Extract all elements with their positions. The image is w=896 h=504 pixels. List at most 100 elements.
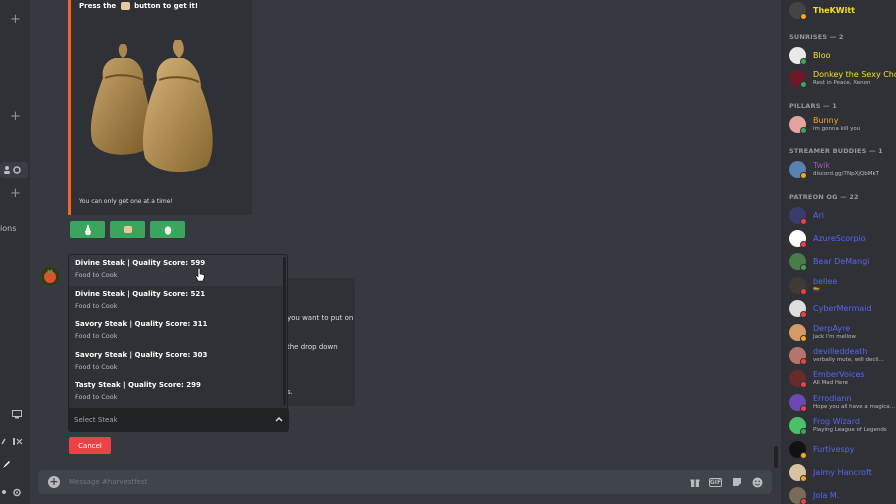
member-name: Bloo (813, 51, 831, 60)
member-item[interactable]: Bear DeMangi (789, 253, 896, 273)
status-dot (800, 475, 807, 482)
member-group-header: PILLARS — 1 (789, 101, 837, 110)
channel-fragment: ions (0, 224, 17, 233)
member-status: 🏳️‍🌈 (813, 286, 820, 293)
message-text-2: the drop down (287, 343, 338, 351)
member-item[interactable]: AzureScorpio (789, 230, 896, 250)
get-bread-button[interactable] (110, 221, 145, 238)
member-name: Ari (813, 210, 824, 220)
member-item[interactable]: Furtivespy (789, 440, 896, 461)
member-name: devilleddeath (813, 347, 868, 356)
member-item[interactable]: Ari (789, 206, 896, 227)
member-group-header: STREAMER BUDDIES — 1 (789, 147, 883, 156)
member-item[interactable]: Bloo (789, 47, 896, 67)
message-placeholder: Message #harvestfest (69, 478, 148, 486)
option-title: Divine Steak | Quality Score: 521 (75, 289, 206, 298)
user-gear-icon (4, 166, 21, 174)
chat-scrollbar[interactable] (774, 446, 778, 468)
select-option[interactable]: Savory Steak | Quality Score: 311 Food t… (69, 316, 287, 347)
member-item[interactable]: Bunny im gonna kill you (789, 115, 896, 136)
add-icon[interactable]: + (10, 110, 22, 123)
embed-button-row (70, 221, 185, 238)
status-dot (800, 404, 807, 412)
member-item[interactable]: Jaimy Hancroft (789, 464, 896, 484)
member-name: DerpAyre (813, 323, 851, 333)
member-list: TheKWitt SUNRISES — 2 Bloo Donkey the Sexy… (781, 0, 896, 504)
member-name: Bear DeMangi (813, 257, 870, 267)
bot-embed: Press the button to get it! You can only… (68, 0, 252, 215)
member-status: Rest in Peace, Xenon (813, 80, 871, 87)
member-item[interactable]: DerpAyre Jack I'm mellow (789, 323, 896, 344)
cancel-button[interactable]: Cancel (69, 437, 111, 454)
chevron-up-icon (275, 416, 283, 422)
member-item[interactable]: Frog Wizard Playing League of Legends (789, 417, 896, 437)
embed-title: Press the button to get it! (79, 2, 198, 10)
embed-title-start: Press the (79, 2, 117, 10)
member-settings-badge[interactable] (0, 162, 28, 178)
add-icon[interactable]: + (10, 13, 22, 26)
status-dot (800, 358, 807, 365)
dropdown-scrollbar[interactable] (283, 257, 286, 405)
option-title: Divine Steak | Quality Score: 599 (75, 259, 206, 267)
member-name: Jola M. (813, 491, 840, 501)
bot-message-body (285, 278, 355, 406)
get-bag-button[interactable] (70, 221, 105, 238)
option-description: Food to Cook (75, 271, 118, 279)
emoji-icon[interactable] (751, 476, 764, 488)
member-name: CyberMermaid (813, 304, 872, 314)
member-item[interactable]: Donkey the Sexy ChonkRest in Peace, Xeno… (789, 70, 896, 90)
member-name: Donkey the Sexy Chonk (813, 70, 896, 80)
gift-icon[interactable] (688, 476, 701, 488)
member-name: Bunny (813, 115, 839, 125)
option-description: Food to Cook (75, 301, 118, 310)
status-dot (800, 428, 807, 436)
member-item[interactable]: Errodiann Hope you all have a magica... (789, 393, 896, 414)
member-item[interactable]: EmberVoices All Mad Here (789, 370, 896, 390)
gif-icon[interactable]: GIF (708, 476, 723, 488)
member-item[interactable]: Jola M. (789, 487, 896, 504)
select-option[interactable]: Divine Steak | Quality Score: 599 Food t… (69, 255, 287, 286)
member-item[interactable]: Twik discord.gg/7NpXjQbMkT (789, 161, 896, 181)
select-option[interactable]: Tasty Steak | Quality Score: 299 Food to… (69, 377, 287, 408)
member-name: Jaimy Hancroft (813, 468, 872, 477)
member-group-header: PATREON OG — 22 (789, 192, 859, 201)
member-name: Furtivespy (813, 444, 855, 454)
message-input[interactable]: + Message #harvestfest GIF (38, 470, 772, 494)
status-dot (800, 81, 807, 89)
add-icon[interactable]: + (10, 187, 22, 200)
member-status: Jack I'm mellow (813, 333, 856, 340)
member-status: verbally mute, will decli... (813, 357, 884, 363)
voice-icon[interactable] (1, 437, 25, 449)
member-item[interactable]: devilleddeath verbally mute, will decli..… (789, 347, 896, 367)
select-placeholder: Select Steak (74, 416, 118, 424)
message-text-1: you want to put on (287, 314, 354, 322)
steak-select[interactable]: Select Steak (68, 409, 289, 432)
member-item[interactable]: CyberMermaid (789, 300, 896, 320)
member-item[interactable]: TheKWitt (789, 2, 896, 22)
screen-share-icon[interactable] (12, 410, 22, 422)
rocket-icon[interactable] (2, 460, 11, 472)
get-egg-button[interactable] (150, 221, 185, 238)
bag-icon (84, 224, 91, 235)
member-status: All Mad Here (813, 380, 848, 387)
select-option[interactable]: Divine Steak | Quality Score: 521 Food t… (69, 286, 287, 317)
status-dot (800, 498, 807, 504)
member-status: discord.gg/7NpXjQbMkT (813, 171, 880, 178)
hand-cursor-icon (195, 268, 205, 282)
select-option[interactable]: Savory Steak | Quality Score: 303 Food t… (69, 347, 287, 378)
member-item[interactable]: bellee 🏳️‍🌈 (789, 276, 896, 297)
status-dot (800, 311, 807, 319)
sticker-icon[interactable] (730, 476, 743, 488)
member-status: im gonna kill you (813, 125, 861, 132)
status-dot (800, 334, 807, 342)
bot-avatar[interactable] (40, 266, 60, 286)
bread-icon (123, 226, 132, 233)
steak-select-menu: Divine Steak | Quality Score: 599 Food t… (68, 254, 288, 409)
mute-icon[interactable] (1, 488, 25, 500)
option-title: Savory Steak | Quality Score: 303 (75, 350, 208, 359)
member-name: Errodiann (813, 393, 852, 403)
add-attachment-icon[interactable]: + (48, 476, 60, 488)
bread-icon (120, 2, 130, 10)
discord-window: + + + ions Press the button to get it! Y… (0, 0, 896, 504)
member-status: Playing League of Legends (813, 427, 887, 434)
